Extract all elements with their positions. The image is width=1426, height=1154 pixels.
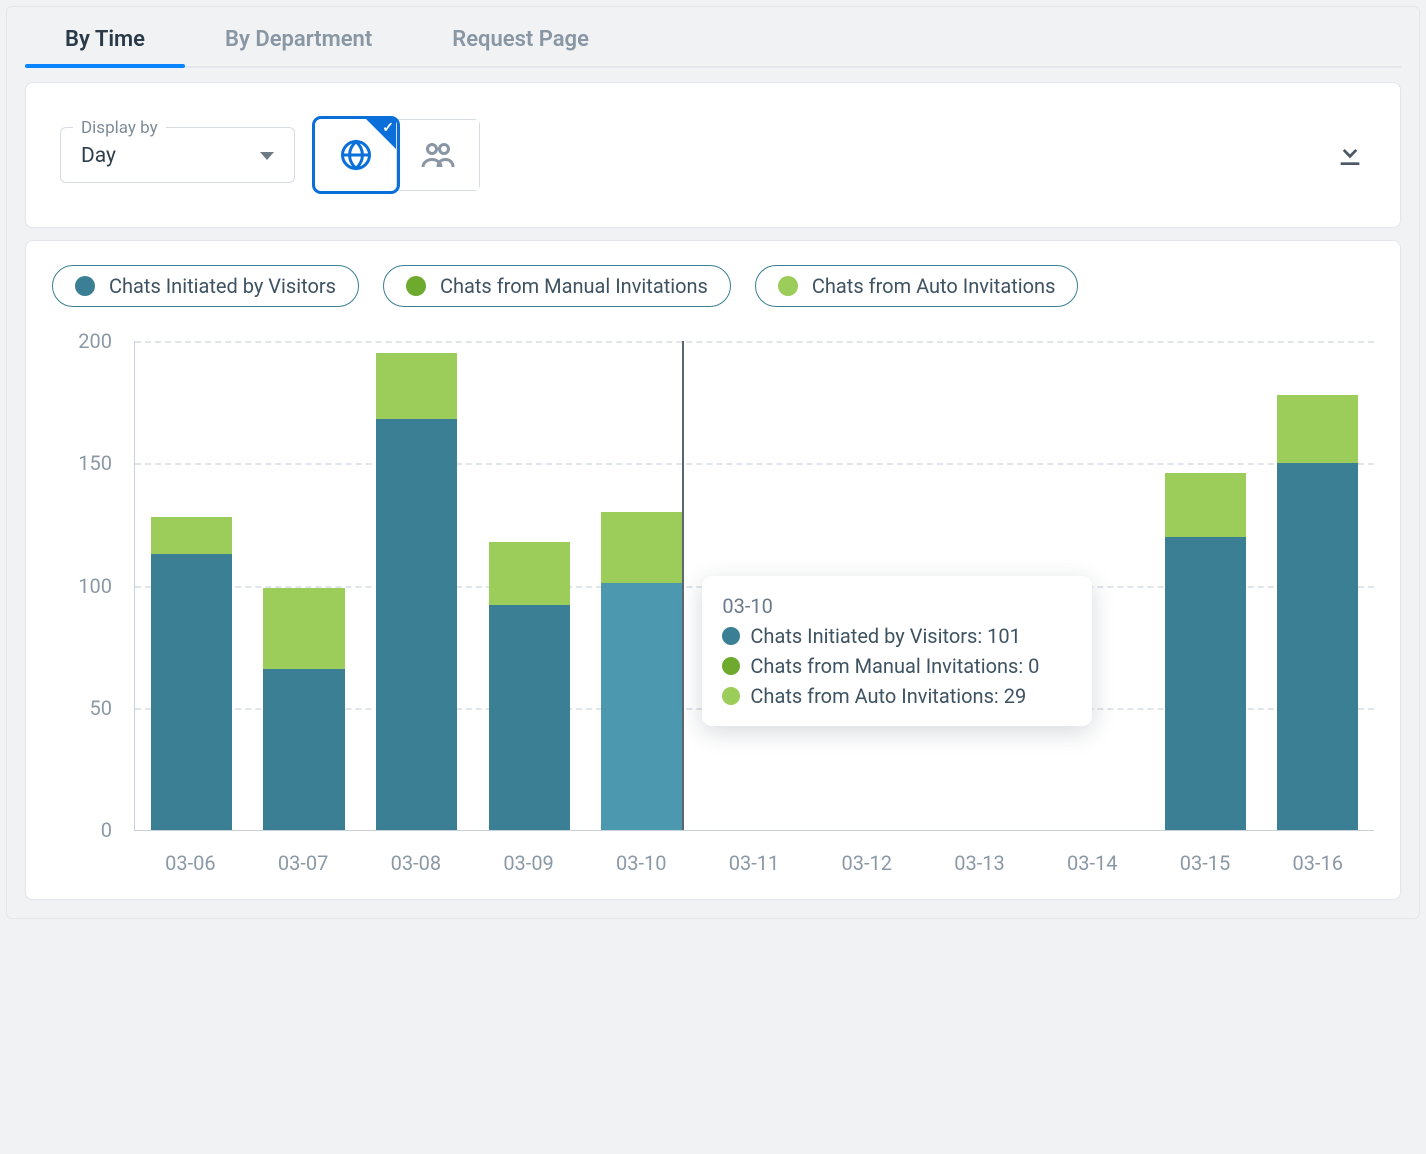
bar-segment-auto bbox=[151, 517, 232, 554]
download-button[interactable] bbox=[1334, 137, 1366, 173]
y-tick-label: 50 bbox=[52, 696, 112, 720]
bar-slot[interactable] bbox=[1261, 341, 1374, 830]
view-mode-global-button[interactable]: ✓ bbox=[315, 119, 397, 191]
bar-slot[interactable] bbox=[135, 341, 248, 830]
chart-card: Chats Initiated by Visitors Chats from M… bbox=[25, 240, 1401, 900]
display-by-value: Day bbox=[81, 144, 116, 168]
tooltip-row: Chats from Manual Invitations: 0 bbox=[722, 654, 1068, 678]
tooltip-text: Chats Initiated by Visitors: 101 bbox=[750, 624, 1020, 648]
x-tick-label: 03-12 bbox=[810, 851, 923, 875]
y-tick-label: 200 bbox=[52, 329, 112, 353]
bar bbox=[1277, 395, 1358, 830]
bar-slot[interactable] bbox=[586, 341, 699, 830]
bar-slot[interactable] bbox=[360, 341, 473, 830]
bar bbox=[1165, 473, 1246, 830]
bar-segment-visitors bbox=[263, 669, 344, 830]
bar-slot[interactable] bbox=[473, 341, 586, 830]
x-tick-label: 03-13 bbox=[923, 851, 1036, 875]
people-icon bbox=[420, 137, 456, 173]
bar bbox=[151, 517, 232, 830]
display-by-select[interactable]: Display by Day bbox=[60, 127, 295, 183]
tooltip-row: Chats from Auto Invitations: 29 bbox=[722, 684, 1068, 708]
view-mode-toggle: ✓ bbox=[315, 119, 480, 191]
tab-request-page[interactable]: Request Page bbox=[412, 13, 629, 66]
chart-tooltip: 03-10 Chats Initiated by Visitors: 101 Cha… bbox=[702, 576, 1092, 726]
bar-segment-visitors bbox=[151, 554, 232, 830]
legend-label: Chats from Manual Invitations bbox=[440, 274, 708, 298]
tab-by-department[interactable]: By Department bbox=[185, 13, 412, 66]
tab-bar: By Time By Department Request Page bbox=[25, 7, 1401, 68]
legend-label: Chats from Auto Invitations bbox=[812, 274, 1056, 298]
y-tick-label: 150 bbox=[52, 451, 112, 475]
x-tick-label: 03-08 bbox=[359, 851, 472, 875]
x-tick-label: 03-09 bbox=[472, 851, 585, 875]
x-tick-label: 03-07 bbox=[247, 851, 360, 875]
bar-segment-auto bbox=[1277, 395, 1358, 463]
bar-segment-visitors bbox=[376, 419, 457, 830]
display-by-label: Display by bbox=[73, 118, 166, 138]
plot-area[interactable]: 03-10 Chats Initiated by Visitors: 101 Cha… bbox=[134, 341, 1374, 831]
bar-slot[interactable] bbox=[248, 341, 361, 830]
report-panel: By Time By Department Request Page Displ… bbox=[6, 6, 1420, 919]
tooltip-text: Chats from Auto Invitations: 29 bbox=[750, 684, 1026, 708]
bar-segment-visitors bbox=[489, 605, 570, 830]
chevron-down-icon bbox=[260, 152, 274, 160]
check-icon: ✓ bbox=[382, 120, 394, 136]
bar bbox=[376, 353, 457, 830]
legend-dot-icon bbox=[778, 276, 798, 296]
bar-slot[interactable] bbox=[1149, 341, 1262, 830]
tooltip-dot-icon bbox=[722, 627, 740, 645]
x-tick-label: 03-15 bbox=[1149, 851, 1262, 875]
legend-visitors[interactable]: Chats Initiated by Visitors bbox=[52, 265, 359, 307]
controls-bar: Display by Day ✓ bbox=[25, 82, 1401, 228]
tooltip-text: Chats from Manual Invitations: 0 bbox=[750, 654, 1039, 678]
y-tick-label: 0 bbox=[52, 818, 112, 842]
tooltip-dot-icon bbox=[722, 657, 740, 675]
legend-row: Chats Initiated by Visitors Chats from M… bbox=[52, 265, 1374, 307]
download-icon bbox=[1334, 137, 1366, 169]
tooltip-row: Chats Initiated by Visitors: 101 bbox=[722, 624, 1068, 648]
bar-segment-auto bbox=[489, 542, 570, 606]
bar-segment-visitors bbox=[1165, 537, 1246, 830]
bar-segment-auto bbox=[376, 353, 457, 419]
legend-dot-icon bbox=[75, 276, 95, 296]
x-axis: 03-0603-0703-0803-0903-1003-1103-1203-13… bbox=[134, 831, 1374, 875]
legend-label: Chats Initiated by Visitors bbox=[109, 274, 336, 298]
view-mode-agents-button[interactable] bbox=[397, 120, 479, 190]
bar-segment-visitors bbox=[601, 583, 682, 830]
x-tick-label: 03-16 bbox=[1261, 851, 1374, 875]
legend-manual[interactable]: Chats from Manual Invitations bbox=[383, 265, 731, 307]
tooltip-title: 03-10 bbox=[722, 594, 1068, 618]
bar-segment-auto bbox=[1165, 473, 1246, 537]
y-axis: 050100150200 bbox=[52, 341, 122, 835]
hover-guideline bbox=[682, 341, 684, 830]
chart-area: 050100150200 03-10Chats Initiated by Vis… bbox=[52, 341, 1374, 875]
legend-auto[interactable]: Chats from Auto Invitations bbox=[755, 265, 1079, 307]
x-tick-label: 03-10 bbox=[585, 851, 698, 875]
legend-dot-icon bbox=[406, 276, 426, 296]
tab-by-time[interactable]: By Time bbox=[25, 13, 185, 66]
x-tick-label: 03-14 bbox=[1036, 851, 1149, 875]
bar bbox=[489, 542, 570, 831]
y-tick-label: 100 bbox=[52, 574, 112, 598]
tooltip-dot-icon bbox=[722, 687, 740, 705]
x-tick-label: 03-11 bbox=[698, 851, 811, 875]
bar-segment-auto bbox=[601, 512, 682, 583]
bar bbox=[601, 512, 682, 830]
bar-segment-auto bbox=[263, 588, 344, 669]
bar bbox=[263, 588, 344, 830]
bar-segment-visitors bbox=[1277, 463, 1358, 830]
x-tick-label: 03-06 bbox=[134, 851, 247, 875]
